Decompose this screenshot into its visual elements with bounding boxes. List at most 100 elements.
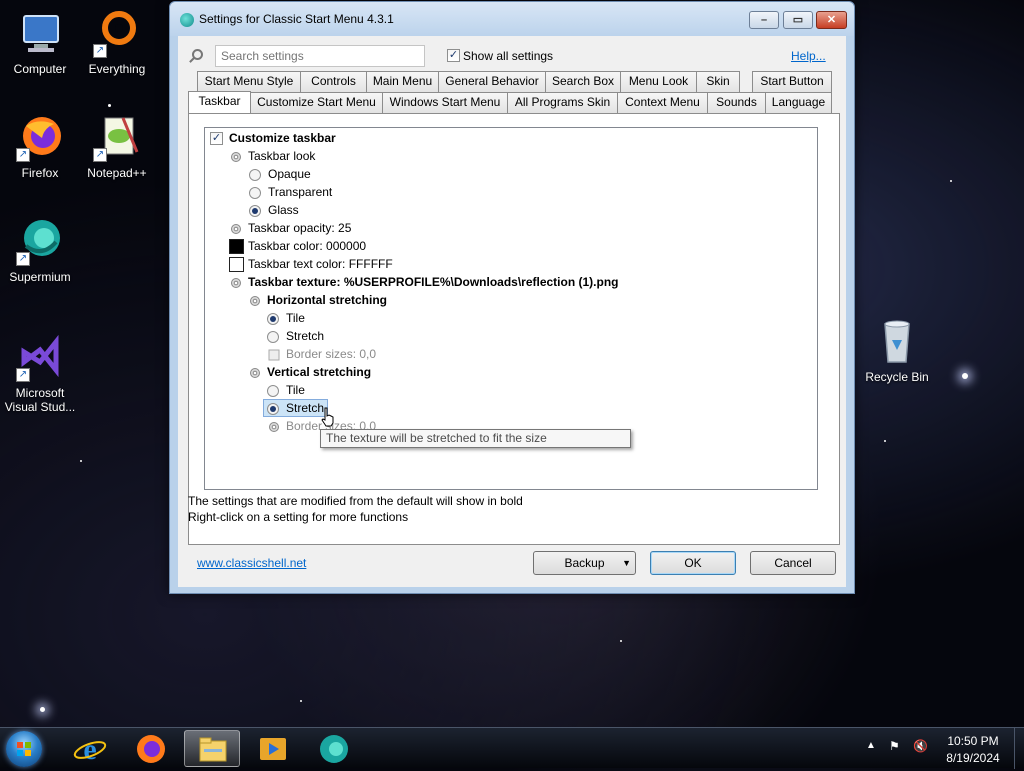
action-center-icon[interactable]: ⚑ bbox=[889, 739, 900, 753]
option-v-stretch[interactable]: Stretch bbox=[286, 399, 324, 417]
settings-tree[interactable]: ✓ Customize taskbar Taskbar look Opaque … bbox=[204, 127, 818, 490]
tab-search-box[interactable]: Search Box bbox=[545, 71, 621, 92]
website-link[interactable]: www.classicshell.net bbox=[197, 556, 306, 570]
internet-explorer-icon: e bbox=[73, 733, 107, 766]
close-icon: ✕ bbox=[826, 14, 837, 26]
hand-cursor-icon bbox=[321, 407, 334, 427]
gear-icon bbox=[269, 422, 279, 432]
tab-customize-start-menu[interactable]: Customize Start Menu bbox=[250, 92, 383, 113]
tab-start-menu-style[interactable]: Start Menu Style bbox=[197, 71, 301, 92]
option-v-tile[interactable]: Tile bbox=[286, 381, 305, 399]
tab-start-button[interactable]: Start Button bbox=[752, 71, 832, 92]
tab-context-menu[interactable]: Context Menu bbox=[617, 92, 708, 113]
maximize-button[interactable]: ▭ bbox=[783, 11, 813, 29]
customize-taskbar-checkbox[interactable]: ✓ bbox=[210, 132, 223, 145]
supermium-icon: ↗ bbox=[16, 218, 64, 266]
shortcut-arrow-icon: ↗ bbox=[16, 148, 30, 162]
show-hidden-icons-button[interactable]: ▲ bbox=[866, 740, 876, 751]
backup-button[interactable]: Backup ▼ bbox=[533, 551, 636, 575]
desktop-icon-firefox[interactable]: ↗ Firefox bbox=[0, 114, 80, 180]
search-row: ✓ Show all settings Help... bbox=[178, 36, 846, 72]
border-sizes-icon bbox=[268, 349, 280, 361]
radio-h-tile[interactable] bbox=[267, 313, 279, 325]
tab-skin[interactable]: Skin bbox=[696, 71, 740, 92]
desktop-icon-label: Supermium bbox=[9, 270, 71, 284]
supermium-icon bbox=[320, 735, 348, 763]
tab-language[interactable]: Language bbox=[765, 92, 832, 113]
clock-date[interactable]: 8/19/2024 bbox=[938, 751, 1008, 765]
minimize-button[interactable]: – bbox=[749, 11, 779, 29]
radio-opaque[interactable] bbox=[249, 169, 261, 181]
gear-icon bbox=[250, 368, 260, 378]
shortcut-arrow-icon: ↗ bbox=[16, 368, 30, 382]
option-glass[interactable]: Glass bbox=[268, 201, 299, 219]
setting-customize-taskbar[interactable]: Customize taskbar bbox=[229, 129, 336, 147]
tab-all-programs-skin[interactable]: All Programs Skin bbox=[507, 92, 618, 113]
tab-windows-start-menu[interactable]: Windows Start Menu bbox=[382, 92, 508, 113]
color-swatch-white bbox=[229, 257, 244, 272]
settings-window[interactable]: Settings for Classic Start Menu 4.3.1 – … bbox=[169, 1, 855, 594]
tab-controls[interactable]: Controls bbox=[300, 71, 367, 92]
tooltip: The texture will be stretched to fit the… bbox=[320, 429, 631, 448]
tab-taskbar[interactable]: Taskbar bbox=[188, 91, 251, 113]
radio-h-stretch[interactable] bbox=[267, 331, 279, 343]
radio-v-tile[interactable] bbox=[267, 385, 279, 397]
desktop-icon-supermium[interactable]: ↗ Supermium bbox=[0, 218, 80, 284]
show-all-checkbox[interactable]: ✓ bbox=[447, 49, 460, 62]
desktop-icon-computer[interactable]: Computer bbox=[0, 10, 80, 76]
radio-transparent[interactable] bbox=[249, 187, 261, 199]
taskbar-firefox[interactable] bbox=[123, 730, 179, 767]
search-icon bbox=[192, 49, 203, 60]
tab-sounds[interactable]: Sounds bbox=[707, 92, 766, 113]
shortcut-arrow-icon: ↗ bbox=[93, 148, 107, 162]
desktop-icon-everything[interactable]: ↗ Everything bbox=[77, 10, 157, 76]
volume-muted-icon[interactable]: 🔇 bbox=[913, 739, 928, 753]
start-button[interactable] bbox=[6, 731, 42, 767]
desktop-icon-label: Firefox bbox=[21, 166, 59, 180]
help-link[interactable]: Help... bbox=[791, 49, 826, 63]
close-button[interactable]: ✕ bbox=[816, 11, 847, 29]
classic-shell-icon bbox=[180, 13, 194, 27]
setting-vertical-stretching[interactable]: Vertical stretching bbox=[267, 363, 371, 381]
setting-taskbar-color[interactable]: Taskbar color: 000000 bbox=[248, 237, 366, 255]
option-h-border-sizes[interactable]: Border sizes: 0,0 bbox=[286, 345, 376, 363]
tab-general-behavior[interactable]: General Behavior bbox=[438, 71, 546, 92]
radio-v-stretch[interactable] bbox=[267, 403, 279, 415]
setting-taskbar-texture[interactable]: Taskbar texture: %USERPROFILE%\Downloads… bbox=[248, 273, 619, 291]
cancel-button[interactable]: Cancel bbox=[750, 551, 836, 575]
visual-studio-icon: ↗ bbox=[16, 334, 64, 382]
window-titlebar[interactable]: Settings for Classic Start Menu 4.3.1 – … bbox=[170, 2, 854, 36]
option-h-stretch[interactable]: Stretch bbox=[286, 327, 324, 345]
show-desktop-button[interactable] bbox=[1014, 728, 1024, 769]
backup-label: Backup bbox=[564, 556, 605, 570]
show-all-label[interactable]: Show all settings bbox=[463, 49, 553, 63]
option-h-tile[interactable]: Tile bbox=[286, 309, 305, 327]
desktop-icon-label: Computer bbox=[13, 62, 67, 76]
setting-taskbar-look[interactable]: Taskbar look bbox=[248, 147, 315, 165]
window-client: ✓ Show all settings Help... Start Menu S… bbox=[178, 36, 846, 587]
taskbar-supermium[interactable] bbox=[306, 730, 362, 767]
desktop-icon-notepad-plus-plus[interactable]: ↗ Notepad++ bbox=[77, 114, 157, 180]
note-right-click: Right-click on a setting for more functi… bbox=[188, 510, 409, 524]
setting-taskbar-text-color[interactable]: Taskbar text color: FFFFFF bbox=[248, 255, 393, 273]
option-transparent[interactable]: Transparent bbox=[268, 183, 332, 201]
radio-glass[interactable] bbox=[249, 205, 261, 217]
tab-main-menu[interactable]: Main Menu bbox=[366, 71, 439, 92]
taskbar-file-explorer[interactable] bbox=[184, 730, 240, 767]
tab-menu-look[interactable]: Menu Look bbox=[620, 71, 697, 92]
desktop-icon-visual-studio[interactable]: ↗ Microsoft Visual Stud... bbox=[0, 334, 80, 414]
maximize-icon: ▭ bbox=[792, 14, 804, 26]
clock-time[interactable]: 10:50 PM bbox=[938, 734, 1008, 748]
dropdown-arrow-icon: ▼ bbox=[622, 558, 631, 568]
desktop-icon-recycle-bin[interactable]: Recycle Bin bbox=[857, 318, 937, 384]
window-title: Settings for Classic Start Menu 4.3.1 bbox=[199, 12, 394, 26]
shortcut-arrow-icon: ↗ bbox=[16, 252, 30, 266]
desktop-icon-label: Everything bbox=[88, 62, 146, 76]
taskbar-media-player[interactable] bbox=[245, 730, 301, 767]
setting-taskbar-opacity[interactable]: Taskbar opacity: 25 bbox=[248, 219, 351, 237]
option-opaque[interactable]: Opaque bbox=[268, 165, 311, 183]
setting-horizontal-stretching[interactable]: Horizontal stretching bbox=[267, 291, 387, 309]
taskbar-internet-explorer[interactable]: e bbox=[62, 730, 118, 767]
search-input[interactable] bbox=[215, 45, 425, 67]
ok-button[interactable]: OK bbox=[650, 551, 736, 575]
